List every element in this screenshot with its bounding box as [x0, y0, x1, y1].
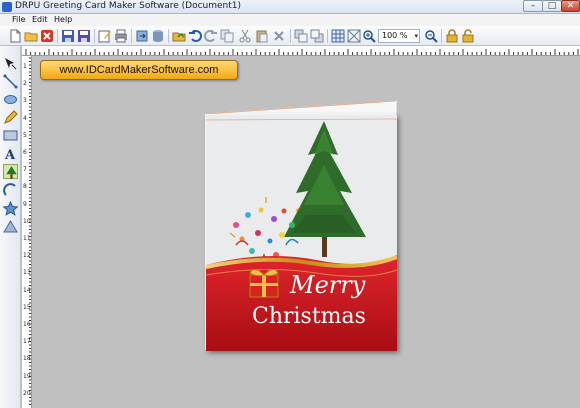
- bring-front-icon[interactable]: [294, 29, 308, 43]
- menu-bar: File Edit Help: [0, 14, 580, 26]
- image-tool-icon[interactable]: [3, 164, 18, 179]
- triangle-tool-icon[interactable]: [3, 219, 18, 234]
- pencil-tool-icon[interactable]: [3, 110, 18, 125]
- snap-icon[interactable]: [347, 29, 361, 43]
- save-icon[interactable]: [61, 29, 75, 43]
- close-document-icon[interactable]: [40, 29, 54, 43]
- cut-icon[interactable]: [238, 29, 252, 43]
- ruler-label: 13: [23, 269, 31, 277]
- ruler-label: 16: [23, 321, 31, 328]
- ruler-label: 8: [23, 183, 27, 191]
- arc-tool-icon[interactable]: [3, 183, 18, 198]
- window-title: DRPU Greeting Card Maker Software (Docum…: [15, 1, 242, 11]
- redo-icon[interactable]: [204, 29, 218, 43]
- minimize-button[interactable]: –: [523, 0, 543, 12]
- ruler-label: 15: [23, 303, 31, 311]
- ruler-label: 11: [23, 235, 31, 242]
- vertical-ruler: 1 2 3 4 5 6 7 8 9 10 11 12 13 14 15 16 17 18 19 20: [22, 56, 32, 408]
- new-document-icon[interactable]: [8, 29, 22, 43]
- maximize-button[interactable]: □: [542, 0, 562, 12]
- ruler-label: 17: [23, 338, 31, 346]
- main-toolbar: 100 % ▾: [0, 26, 580, 46]
- horizontal-ruler-ticks: [25, 49, 579, 55]
- ruler-label: 20: [23, 389, 31, 397]
- ruler-label: 7: [23, 166, 27, 174]
- save-as-icon[interactable]: [77, 29, 91, 43]
- edit-icon[interactable]: [98, 29, 112, 43]
- text-tool-icon[interactable]: A: [3, 146, 18, 161]
- ruler-label: 3: [23, 97, 27, 105]
- ruler-label: 1: [23, 63, 27, 70]
- database-icon[interactable]: [151, 29, 165, 43]
- title-bar: DRPU Greeting Card Maker Software (Docum…: [0, 0, 580, 14]
- card-fold-flap: [205, 100, 397, 115]
- ruler-label: 18: [23, 355, 31, 363]
- ruler-label: 6: [23, 149, 27, 156]
- zoom-dropdown[interactable]: 100 % ▾: [378, 29, 420, 43]
- ruler-label: 12: [23, 252, 31, 260]
- ellipse-tool-icon[interactable]: [3, 92, 18, 107]
- paste-icon[interactable]: [255, 29, 269, 43]
- horizontal-ruler: [22, 46, 580, 56]
- greeting-card[interactable]: Merry Christmas: [205, 114, 397, 351]
- ruler-label: 14: [23, 286, 31, 294]
- send-back-icon[interactable]: [310, 29, 324, 43]
- chevron-down-icon: ▾: [414, 32, 418, 40]
- star-tool-icon[interactable]: [3, 201, 18, 216]
- website-badge[interactable]: www.IDCardMakerSoftware.com: [40, 60, 238, 80]
- menu-file[interactable]: File: [12, 14, 25, 26]
- rectangle-tool-icon[interactable]: [3, 128, 18, 143]
- ruler-label: 10: [23, 217, 31, 225]
- zoom-value: 100 %: [382, 31, 408, 40]
- close-button[interactable]: ✕: [561, 0, 580, 12]
- menu-help[interactable]: Help: [54, 14, 72, 26]
- grid-icon[interactable]: [331, 29, 345, 43]
- ruler-label: 4: [23, 114, 27, 122]
- ruler-label: 19: [23, 372, 31, 380]
- undo-icon[interactable]: [188, 29, 202, 43]
- delete-icon[interactable]: [272, 29, 286, 43]
- drawing-toolbar: A: [0, 46, 21, 408]
- greeting-line-1[interactable]: Merry: [290, 271, 365, 299]
- zoom-in-icon[interactable]: [362, 29, 376, 43]
- app-icon: [2, 2, 12, 12]
- zoom-out-icon[interactable]: [424, 29, 438, 43]
- open-folder-icon[interactable]: [24, 29, 38, 43]
- pointer-tool-icon[interactable]: [3, 56, 18, 71]
- svg-text:A: A: [4, 148, 16, 161]
- open-file-icon[interactable]: [172, 29, 186, 43]
- ruler-label: 9: [23, 200, 27, 208]
- ruler-label: 2: [23, 80, 27, 88]
- line-tool-icon[interactable]: [3, 74, 18, 89]
- export-icon[interactable]: [135, 29, 149, 43]
- lock-icon[interactable]: [445, 29, 459, 43]
- copy-icon[interactable]: [220, 29, 234, 43]
- unlock-icon[interactable]: [461, 29, 475, 43]
- print-icon[interactable]: [114, 29, 128, 43]
- ruler-label: 5: [23, 131, 27, 139]
- menu-edit[interactable]: Edit: [32, 14, 48, 26]
- greeting-line-2[interactable]: Christmas: [252, 304, 366, 329]
